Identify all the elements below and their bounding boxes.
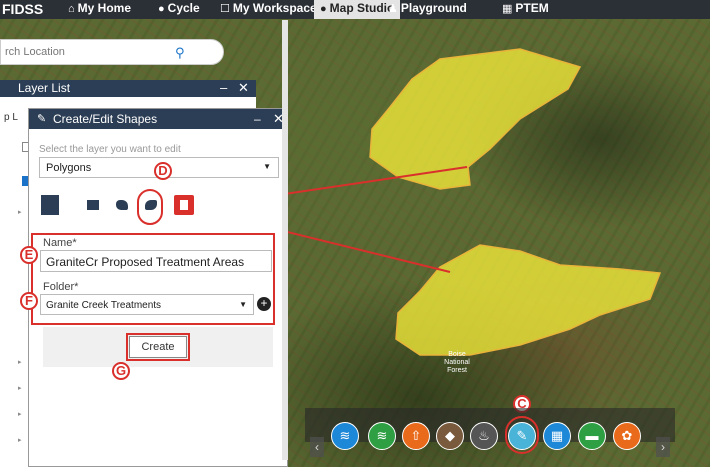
home-icon: ⌂ (68, 3, 75, 15)
callout-box-c (505, 416, 539, 454)
create-edit-minimize-button[interactable]: – (254, 109, 261, 129)
measure-icon[interactable]: ▬ (578, 422, 606, 450)
select-tool-icon (41, 195, 59, 215)
polygon-icon (116, 200, 128, 210)
top-navigation: FIDSS ⌂ My Home ● Cycle ☐ My Workspace ● Map… (0, 0, 710, 19)
nav-playground[interactable]: ♟ Playground (382, 0, 473, 19)
callout-box-g (126, 333, 190, 361)
folder-select-value: Granite Creek Treatments (46, 300, 162, 311)
add-folder-button[interactable]: + (257, 297, 271, 311)
toolbar-prev-arrow-icon[interactable]: ‹ (310, 437, 324, 457)
workspace-icon: ☐ (220, 3, 230, 15)
nav-my-workspace[interactable]: ☐ My Workspace (214, 0, 323, 19)
create-edit-shapes-panel: ✎ Create/Edit Shapes – ✕ Select the laye… (28, 108, 288, 467)
annotation-g: G (112, 362, 130, 380)
panel-scrollbar[interactable] (282, 20, 288, 460)
delete-shape-button[interactable] (174, 195, 194, 215)
select-tool-button[interactable] (39, 195, 59, 215)
nav-my-home[interactable]: ⌂ My Home (62, 0, 137, 19)
search-input[interactable]: rch Location (5, 46, 65, 58)
layer-list-title: Layer List (18, 81, 71, 95)
annotation-f: F (20, 292, 38, 310)
draw-polygon-button[interactable] (112, 195, 132, 215)
app-logo[interactable]: FIDSS (2, 1, 43, 17)
search-icon[interactable]: ⚲ (175, 45, 189, 60)
polygon-south[interactable] (395, 244, 662, 356)
layer-select-value: Polygons (46, 162, 92, 174)
layer-list-minimize-button[interactable]: – (220, 80, 227, 95)
expand-arrow-icon[interactable]: ▸ (18, 358, 22, 366)
toolbar-next-arrow-icon[interactable]: › (656, 437, 670, 457)
annotation-e: E (20, 246, 38, 264)
cycle-icon: ● (158, 3, 165, 15)
polygon-north[interactable] (369, 48, 582, 190)
layer-select-label: Select the layer you want to edit (39, 144, 181, 155)
grid-icon[interactable]: ▦ (543, 422, 571, 450)
expand-arrow-icon[interactable]: ▸ (18, 436, 22, 444)
rectangle-icon (87, 200, 99, 210)
map-label-line1: Boise (448, 351, 466, 358)
layer-list-partial-label: p L (4, 112, 18, 123)
expand-arrow-icon[interactable]: ▸ (18, 208, 22, 216)
create-edit-title: Create/Edit Shapes (53, 112, 158, 126)
map-label-line2: National (444, 359, 470, 366)
callout-box-d (137, 189, 163, 225)
fire-icon[interactable]: ♨ (470, 422, 498, 450)
folder-field-label: Folder* (43, 281, 79, 293)
expand-arrow-icon[interactable]: ▸ (18, 410, 22, 418)
search-location-bar[interactable]: rch Location ⚲ (0, 39, 224, 65)
pen-icon: ✎ (37, 113, 47, 125)
name-input[interactable]: GraniteCr Proposed Treatment Areas (40, 250, 272, 272)
layers-icon[interactable]: ≋ (331, 422, 359, 450)
upload-icon[interactable]: ⇧ (402, 422, 430, 450)
trash-icon (180, 200, 188, 210)
nav-cycle[interactable]: ● Cycle (152, 0, 206, 19)
map-label-line3: Forest (447, 367, 467, 374)
basemap-icon[interactable]: ≋ (368, 422, 396, 450)
create-edit-header: ✎ Create/Edit Shapes – ✕ (29, 109, 287, 129)
annotation-d: D (154, 162, 172, 180)
nav-ptem[interactable]: ▦ PTEM (496, 0, 555, 19)
globe-icon: ● (320, 3, 327, 15)
folder-select[interactable]: Granite Creek Treatments ▼ (40, 294, 254, 315)
expand-arrow-icon[interactable]: ▸ (18, 384, 22, 392)
name-field-label: Name* (43, 237, 77, 249)
layer-list-close-button[interactable]: ✕ (238, 80, 249, 96)
analysis-icon[interactable]: ◆ (436, 422, 464, 450)
palette-icon[interactable]: ✿ (613, 422, 641, 450)
layer-list-header: Layer List (0, 80, 256, 97)
draw-rectangle-button[interactable] (83, 195, 103, 215)
playground-icon: ♟ (388, 3, 398, 15)
ptem-icon: ▦ (502, 3, 513, 15)
chevron-down-icon: ▼ (263, 162, 271, 171)
chevron-down-icon: ▼ (239, 300, 247, 309)
